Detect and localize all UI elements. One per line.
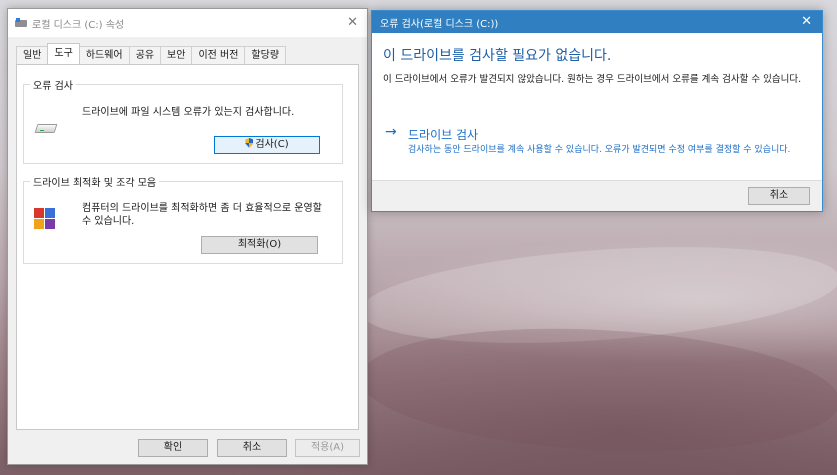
tab-strip: 일반 도구 하드웨어 공유 보안 이전 버전 할당량 <box>16 43 287 64</box>
properties-titlebar[interactable]: 로컬 디스크 (C:) 속성 ✕ <box>8 9 367 37</box>
error-check-dialog: 오류 검사(로컬 디스크 (C:)) ✕ 이 드라이브를 검사할 필요가 없습니… <box>371 10 823 212</box>
close-icon[interactable]: ✕ <box>347 15 358 30</box>
defrag-icon <box>34 208 56 230</box>
scan-drive-link-title: 드라이브 검사 <box>408 128 479 142</box>
error-dialog-cancel-button[interactable]: 취소 <box>748 187 810 205</box>
properties-dialog: 로컬 디스크 (C:) 속성 ✕ 일반 도구 하드웨어 공유 보안 이전 버전 … <box>7 8 368 465</box>
properties-title: 로컬 디스크 (C:) 속성 <box>32 19 125 31</box>
check-button[interactable]: 검사(C) <box>214 136 320 154</box>
apply-button[interactable]: 적용(A) <box>295 439 360 457</box>
shield-icon <box>245 138 254 148</box>
optimize-button[interactable]: 최적화(O) <box>201 236 318 254</box>
error-dialog-message: 이 드라이브에서 오류가 발견되지 않았습니다. 원하는 경우 드라이브에서 오… <box>383 74 802 85</box>
drive-icon <box>15 18 27 28</box>
tab-general[interactable]: 일반 <box>16 46 49 64</box>
error-dialog-footer: 취소 <box>372 180 822 211</box>
check-button-label: 검사(C) <box>255 139 289 150</box>
error-dialog-title: 오류 검사(로컬 디스크 (C:)) <box>380 18 499 30</box>
ok-button[interactable]: 확인 <box>138 439 208 457</box>
error-check-group: 오류 검사 드라이브에 파일 시스템 오류가 있는지 검사합니다. 검사(C) <box>23 77 343 164</box>
optimize-title: 드라이브 최적화 및 조각 모음 <box>30 174 160 189</box>
wallpaper-dune <box>357 317 837 463</box>
scan-drive-link-description: 검사하는 동안 드라이브를 계속 사용할 수 있습니다. 오류가 발견되면 수정… <box>408 145 791 155</box>
error-check-title: 오류 검사 <box>30 77 76 92</box>
error-dialog-titlebar[interactable]: 오류 검사(로컬 디스크 (C:)) ✕ <box>372 11 822 33</box>
drive-icon <box>34 124 58 134</box>
tab-security[interactable]: 보안 <box>160 46 193 64</box>
arrow-right-icon: → <box>385 124 397 140</box>
tab-hardware[interactable]: 하드웨어 <box>78 46 130 64</box>
tab-tools[interactable]: 도구 <box>47 43 80 64</box>
optimize-group: 드라이브 최적화 및 조각 모음 컴퓨터의 드라이브를 최적화하면 좀 더 효율… <box>23 174 343 264</box>
close-icon[interactable]: ✕ <box>801 14 812 29</box>
error-check-description: 드라이브에 파일 시스템 오류가 있는지 검사합니다. <box>82 107 295 118</box>
error-dialog-heading: 이 드라이브를 검사할 필요가 없습니다. <box>383 48 612 64</box>
scan-drive-link[interactable]: → 드라이브 검사 검사하는 동안 드라이브를 계속 사용할 수 있습니다. 오… <box>382 119 810 171</box>
tab-sharing[interactable]: 공유 <box>128 46 162 64</box>
optimize-description: 컴퓨터의 드라이브를 최적화하면 좀 더 효율적으로 운영할 수 있습니다. <box>82 203 322 227</box>
tab-quota[interactable]: 할당량 <box>244 46 287 64</box>
tab-previous-versions[interactable]: 이전 버전 <box>191 46 246 64</box>
cancel-button[interactable]: 취소 <box>217 439 287 457</box>
